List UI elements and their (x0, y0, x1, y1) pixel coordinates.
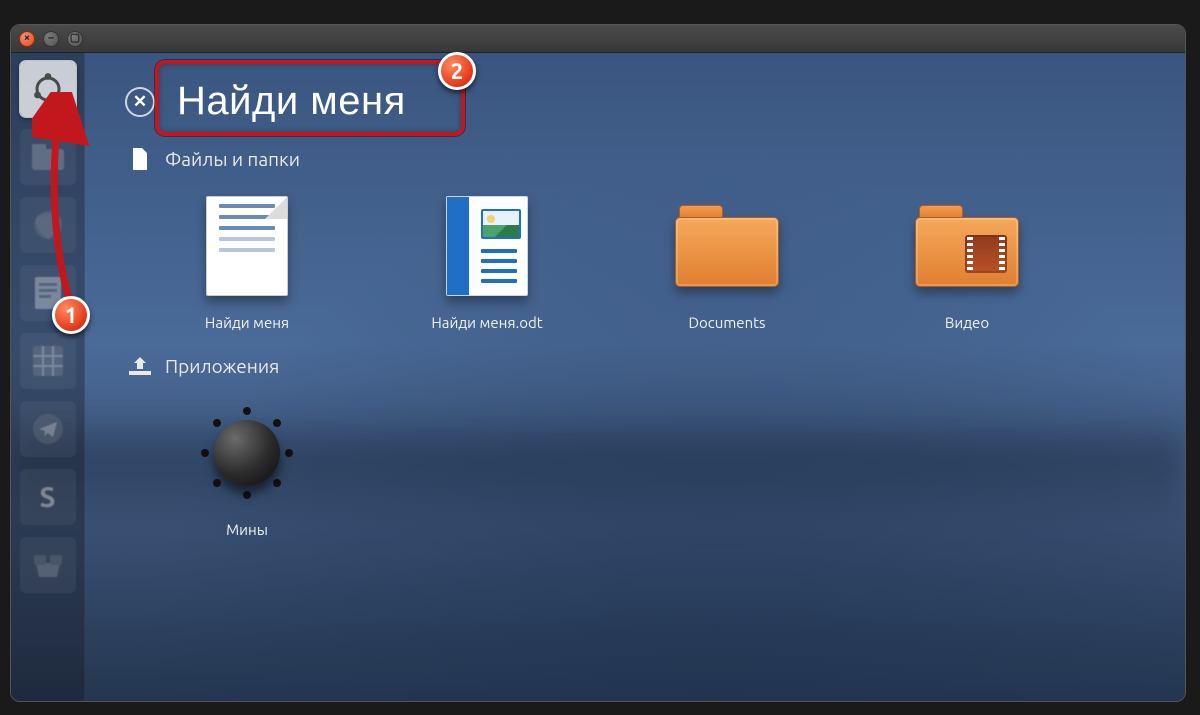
spreadsheet-icon (33, 346, 63, 376)
launcher-skype[interactable]: S (20, 469, 76, 525)
callout-number: 1 (65, 303, 77, 328)
mines-app-icon (195, 401, 299, 505)
section-apps-title: Приложения (165, 355, 279, 377)
result-item[interactable]: Видео (887, 194, 1047, 331)
apps-results: Мины (125, 387, 1145, 538)
window-close-button[interactable]: × (19, 31, 35, 47)
dash: ✕ Файлы и папки Найди м (85, 53, 1185, 701)
launcher-dash-home[interactable] (20, 61, 76, 117)
section-files-header[interactable]: Файлы и папки (125, 148, 1145, 170)
window-minimize-button[interactable]: – (43, 31, 59, 47)
section-apps-header[interactable]: Приложения (125, 355, 1145, 377)
launcher-software[interactable] (20, 537, 76, 593)
result-item[interactable]: Documents (647, 194, 807, 331)
annotation-callout-2: 2 (438, 52, 476, 90)
launcher: S (11, 53, 85, 701)
firefox-icon (31, 208, 65, 242)
odt-file-icon (435, 194, 539, 298)
content-area: S ✕ Файлы и папки (11, 53, 1185, 701)
titlebar: × – ▢ (11, 25, 1185, 53)
unity-dash-window: × – ▢ (10, 24, 1186, 702)
section-files: Файлы и папки Найди меня (125, 148, 1145, 331)
callout-number: 2 (451, 59, 463, 84)
close-icon: ✕ (133, 92, 147, 112)
result-label: Мины (226, 521, 268, 538)
section-files-title: Файлы и папки (165, 148, 300, 170)
result-label: Documents (688, 314, 765, 331)
result-item[interactable]: Найди меня.odt (407, 194, 567, 331)
folder-icon (31, 143, 65, 171)
folder-icon (675, 194, 779, 298)
dash-search-input[interactable] (173, 79, 1145, 124)
launcher-spreadsheet[interactable] (20, 333, 76, 389)
result-label: Видео (945, 314, 989, 331)
video-folder-icon (915, 194, 1019, 298)
software-icon (32, 551, 64, 579)
annotation-callout-1: 1 (52, 296, 90, 334)
file-icon (129, 148, 151, 170)
clear-search-button[interactable]: ✕ (125, 87, 155, 117)
telegram-icon (32, 413, 64, 445)
search-row: ✕ (125, 79, 1145, 124)
ubuntu-dash-icon (31, 72, 65, 106)
apps-icon (129, 357, 151, 375)
skype-icon: S (40, 482, 56, 513)
launcher-files[interactable] (20, 129, 76, 185)
section-apps: Приложения Мины (125, 355, 1145, 538)
text-file-icon (195, 194, 299, 298)
files-results: Найди меня Найди меня.odt (125, 180, 1145, 331)
window-maximize-button[interactable]: ▢ (67, 31, 83, 47)
result-item[interactable]: Найди меня (167, 194, 327, 331)
launcher-firefox[interactable] (20, 197, 76, 253)
result-label: Найди меня.odt (431, 314, 542, 331)
result-item[interactable]: Мины (167, 401, 327, 538)
result-label: Найди меня (205, 314, 289, 331)
launcher-telegram[interactable] (20, 401, 76, 457)
